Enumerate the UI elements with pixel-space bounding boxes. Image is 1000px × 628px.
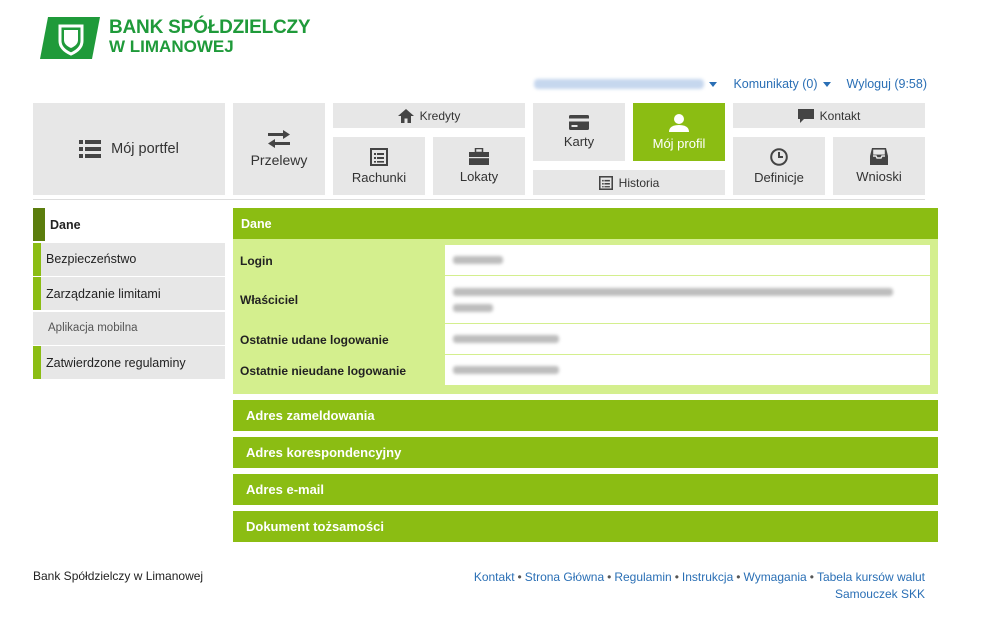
nav-kontakt[interactable]: Kontakt <box>733 103 925 128</box>
nav-wnioski[interactable]: Wnioski <box>833 137 925 195</box>
field-label: Login <box>240 253 273 268</box>
user-icon <box>669 113 689 132</box>
section-dokument-tozsamosci[interactable]: Dokument tożsamości <box>233 511 938 542</box>
nav-lokaty-label: Lokaty <box>459 169 499 184</box>
inbox-icon <box>870 148 888 165</box>
nav-przelewy[interactable]: Przelewy <box>233 103 325 195</box>
field-ostatnie-nieudane: Ostatnie nieudane logowanie <box>233 355 930 386</box>
bank-name-line2: W LIMANOWEJ <box>109 37 234 56</box>
list-icon <box>79 140 102 158</box>
field-value-redacted <box>445 276 930 324</box>
speech-bubble-icon <box>797 108 814 123</box>
chevron-down-icon <box>822 81 831 87</box>
section-adres-korespondencyjny[interactable]: Adres korespondencyjny <box>233 437 938 468</box>
profile-sidebar: Dane Bezpieczeństwo Zarządzanie limitami… <box>33 208 225 381</box>
nav-definicje[interactable]: Definicje <box>733 137 825 195</box>
nav-lokaty[interactable]: Lokaty <box>433 137 525 195</box>
chevron-down-icon <box>709 81 718 87</box>
field-wlasciciel: Właściciel <box>233 276 930 324</box>
nav-historia-label: Historia <box>618 175 660 190</box>
clock-icon <box>770 147 788 166</box>
field-label: Ostatnie udane logowanie <box>240 332 389 347</box>
nav-historia[interactable]: Historia <box>533 170 725 195</box>
nav-przelewy-label: Przelewy <box>250 152 308 168</box>
logout-label: Wyloguj (9:58) <box>846 77 927 91</box>
ledger-icon <box>598 175 613 190</box>
nav-definicje-label: Definicje <box>754 169 804 185</box>
nav-karty-label: Karty <box>563 134 595 149</box>
sidebar-item-label: Aplikacja mobilna <box>48 322 138 334</box>
nav-divider <box>33 199 925 200</box>
field-login: Login <box>233 245 930 276</box>
transfer-arrows-icon <box>268 130 290 148</box>
nav-kredyty-label: Kredyty <box>419 108 461 123</box>
nav-moj-portfel-label: Mój portfel <box>111 141 179 157</box>
nav-moj-profil[interactable]: Mój profil <box>633 103 725 161</box>
profile-panel: Dane Login Właściciel Ostatnie udane log… <box>233 208 938 542</box>
field-label: Ostatnie nieudane logowanie <box>240 363 407 378</box>
sidebar-item-label: Zatwierdzone regulaminy <box>46 355 186 370</box>
field-value-redacted <box>445 355 930 386</box>
footer-bank-name: Bank Spółdzielczy w Limanowej <box>33 569 204 583</box>
footer-link-kontakt[interactable]: Kontakt <box>474 570 515 584</box>
user-name-redacted <box>534 79 705 89</box>
footer-link-wymagania[interactable]: Wymagania <box>743 570 806 584</box>
nav-wnioski-label: Wnioski <box>856 169 902 184</box>
bank-name-line1: BANK SPÓŁDZIELCZY <box>109 17 311 38</box>
sidebar-item-aplikacja-mobilna[interactable]: Aplikacja mobilna <box>33 311 225 345</box>
panel-title: Dane <box>233 208 938 239</box>
nav-rachunki-label: Rachunki <box>351 169 407 185</box>
nav-rachunki[interactable]: Rachunki <box>333 137 425 195</box>
bank-logo <box>40 17 100 59</box>
briefcase-icon <box>469 148 489 165</box>
nav-kontakt-label: Kontakt <box>819 108 861 123</box>
nav-moj-profil-label: Mój profil <box>652 135 706 151</box>
field-value-redacted <box>445 245 930 276</box>
sidebar-item-label: Zarządzanie limitami <box>46 286 161 301</box>
sidebar-item-label: Bezpieczeństwo <box>46 252 137 266</box>
footer-link-tabela-kursow[interactable]: Tabela kursów walut <box>817 570 925 584</box>
sidebar-item-bezpieczenstwo[interactable]: Bezpieczeństwo <box>33 242 225 276</box>
credit-card-icon <box>569 115 589 130</box>
sidebar-item-label: Dane <box>50 217 81 232</box>
messages-label: Komunikaty (0) <box>733 77 818 91</box>
section-adres-email[interactable]: Adres e-mail <box>233 474 938 505</box>
user-menu[interactable] <box>534 79 718 89</box>
section-adres-zameldowania[interactable]: Adres zameldowania <box>233 400 938 431</box>
footer-link-samouczek[interactable]: Samouczek SKK <box>835 587 925 601</box>
footer-link-instrukcja[interactable]: Instrukcja <box>682 570 733 584</box>
footer-link-strona-glowna[interactable]: Strona Główna <box>525 570 604 584</box>
top-bar: Komunikaty (0) Wyloguj (9:58) <box>534 77 927 91</box>
footer-link-regulamin[interactable]: Regulamin <box>614 570 671 584</box>
logout-link[interactable]: Wyloguj (9:58) <box>847 77 927 91</box>
profile-data-table: Login Właściciel Ostatnie udane logowani… <box>233 239 938 394</box>
field-label: Właściciel <box>240 293 299 307</box>
ledger-icon <box>370 147 388 166</box>
bank-name: BANK SPÓŁDZIELCZY W LIMANOWEJ <box>109 17 311 56</box>
sidebar-item-limity[interactable]: Zarządzanie limitami <box>33 277 225 310</box>
messages-menu[interactable]: Komunikaty (0) <box>733 77 831 91</box>
sidebar-item-dane[interactable]: Dane <box>33 208 225 241</box>
footer-links: Kontakt • Strona Główna • Regulamin • Instrukc… <box>473 570 925 601</box>
field-value-redacted <box>445 324 930 355</box>
sidebar-item-regulaminy[interactable]: Zatwierdzone regulaminy <box>33 346 225 379</box>
nav-kredyty[interactable]: Kredyty <box>333 103 525 128</box>
nav-karty[interactable]: Karty <box>533 103 625 161</box>
nav-moj-portfel[interactable]: Mój portfel <box>33 103 225 195</box>
field-ostatnie-udane: Ostatnie udane logowanie <box>233 324 930 355</box>
home-icon <box>397 108 414 123</box>
